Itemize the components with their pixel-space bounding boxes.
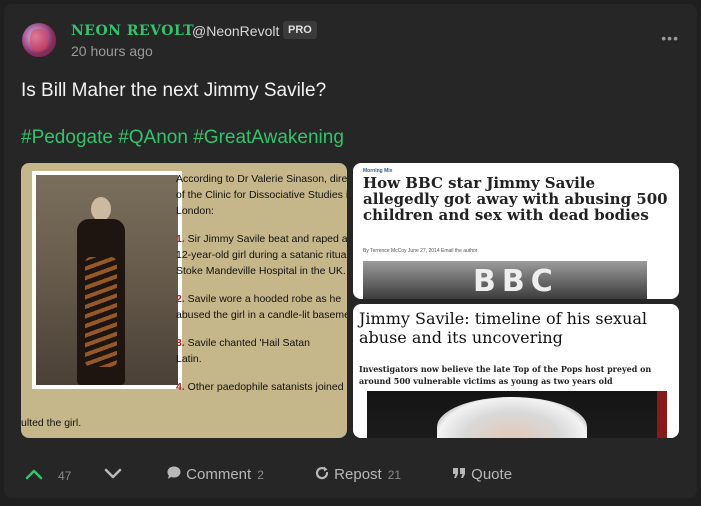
upvote-count: 47 <box>58 469 72 483</box>
comment-icon <box>167 466 181 479</box>
bbc-sign: BBC <box>473 264 559 299</box>
photo-frame <box>32 171 182 389</box>
downvote-icon[interactable] <box>104 465 122 483</box>
article-excerpt: According to Dr Valerie Sinason, dire of … <box>176 173 347 393</box>
post-timestamp[interactable]: 20 hours ago <box>71 43 153 59</box>
article-headline: How BBC star Jimmy Savile allegedly got … <box>363 174 668 224</box>
article-headline: Jimmy Savile: timeline of his sexual abu… <box>359 309 648 347</box>
author-name[interactable]: NEON REVOLT <box>71 23 194 39</box>
article-subhead: Investigators now believe the late Top o… <box>359 364 652 386</box>
excerpt-tail: ulted the girl. <box>21 417 82 429</box>
pro-badge: PRO <box>283 21 317 39</box>
hashtag-greatawakening[interactable]: #GreatAwakening <box>193 127 344 148</box>
comment-count: 2 <box>257 468 264 482</box>
repost-button[interactable]: Repost 21 <box>314 465 401 483</box>
hashtags: #Pedogate #QAnon #GreatAwakening <box>21 127 344 149</box>
byline: By Terrence McCoy June 27, 2014 Email th… <box>363 248 478 254</box>
attached-image-2[interactable]: Morning Mix How BBC star Jimmy Savile al… <box>353 163 679 299</box>
comment-label: Comment <box>186 466 252 483</box>
repost-count: 21 <box>387 468 402 482</box>
photo <box>36 175 178 385</box>
repost-icon <box>315 466 329 480</box>
attached-image-3[interactable]: Jimmy Savile: timeline of his sexual abu… <box>353 304 679 438</box>
portrait-photo <box>367 391 667 438</box>
repost-label: Repost <box>334 466 382 483</box>
hashtag-pedogate[interactable]: #Pedogate <box>21 127 113 148</box>
more-dots-icon[interactable]: ••• <box>661 30 679 46</box>
upvote-icon[interactable] <box>25 465 43 483</box>
author-handle[interactable]: @NeonRevolt <box>192 23 279 39</box>
comment-button[interactable]: Comment 2 <box>166 465 264 483</box>
quote-button[interactable]: Quote <box>451 465 512 483</box>
attached-image-1[interactable]: According to Dr Valerie Sinason, dire of … <box>21 163 347 438</box>
quote-label: Quote <box>471 466 513 483</box>
post-text: Is Bill Maher the next Jimmy Savile? <box>21 80 327 101</box>
post-card: NEON REVOLT @NeonRevolt PRO 20 hours ago… <box>4 4 697 498</box>
figure <box>71 197 131 385</box>
avatar[interactable] <box>22 23 56 57</box>
hashtag-qanon[interactable]: #QAnon <box>118 127 188 148</box>
quote-icon <box>453 468 465 478</box>
